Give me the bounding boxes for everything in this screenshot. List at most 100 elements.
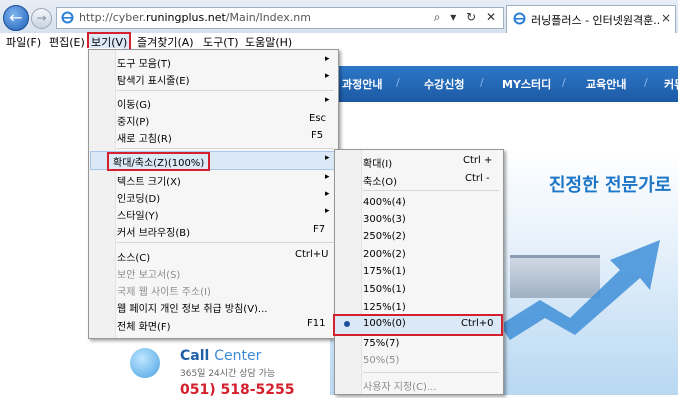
menu-item-label: 새로 고침(R): [117, 134, 172, 145]
hero-text: 진정한 전문가로: [549, 175, 672, 196]
menu-separator: [117, 242, 334, 243]
address-bar[interactable]: http://cyber.runingplus.net/Main/Index.n…: [56, 7, 504, 29]
address-tools-icon[interactable]: ⌕ ▾ ↻ ✕: [434, 10, 499, 25]
zoom-125[interactable]: 125%(1): [335, 300, 503, 317]
zoom-400[interactable]: 400%(4): [335, 195, 503, 212]
submenu-arrow-icon: ▸: [325, 206, 330, 216]
site-nav-mystudy[interactable]: MY스터디: [502, 76, 551, 92]
view-menu-style[interactable]: 스타일(Y) ▸: [89, 205, 338, 222]
zoom-250[interactable]: 250%(2): [335, 229, 503, 246]
submenu-arrow-icon: ▸: [325, 71, 330, 81]
browser-toolbar: ← → http://cyber.runingplus.net/Main/Ind…: [0, 0, 678, 34]
view-menu-text-size[interactable]: 텍스트 크기(X) ▸: [89, 171, 338, 188]
menu-favorites[interactable]: 즐겨찾기(A): [137, 34, 194, 50]
forward-arrow-icon: →: [36, 11, 47, 25]
url-prefix: http://cyber.: [79, 11, 147, 24]
zoom-50[interactable]: 50%(5): [335, 353, 503, 370]
browser-tab[interactable]: 러닝플러스 - 인터넷원격훈... ×: [506, 5, 676, 33]
zoom-submenu: 확대(I) Ctrl + 축소(O) Ctrl - 400%(4) 300%(3…: [333, 149, 504, 395]
zoom-100[interactable]: 100%(0) Ctrl+0: [333, 314, 503, 336]
menu-item-label: 웹 페이지 개인 정보 취급 방침(V)...: [117, 304, 268, 315]
menu-shortcut: Esc: [309, 113, 327, 124]
site-nav-enroll[interactable]: 수강신청: [424, 76, 464, 92]
tab-ie-icon: [513, 12, 526, 25]
menu-item-label: 250%(2): [363, 231, 406, 242]
view-menu-caret-browsing[interactable]: 커서 브라우징(B) F7: [89, 222, 338, 239]
view-menu: 도구 모음(T) ▸ 탐색기 표시줄(E) ▸ 이동(G) ▸ 중지(P) Es…: [88, 49, 339, 339]
view-menu-explorer-bars[interactable]: 탐색기 표시줄(E) ▸: [89, 70, 338, 87]
call-center-title: Call Center: [180, 348, 261, 364]
view-menu-security-report[interactable]: 보안 보고서(S): [89, 264, 338, 281]
url-text[interactable]: http://cyber.runingplus.net/Main/Index.n…: [79, 11, 311, 24]
submenu-arrow-icon: ▸: [325, 172, 330, 182]
nav-separator: /: [644, 76, 648, 89]
view-menu-stop[interactable]: 중지(P) Esc: [89, 111, 338, 128]
menu-item-label: 75%(7): [363, 338, 400, 349]
menu-item-label: 300%(3): [363, 214, 406, 225]
menu-item-label: 텍스트 크기(X): [117, 177, 181, 188]
tab-title: 러닝플러스 - 인터넷원격훈...: [531, 14, 659, 27]
menu-tools[interactable]: 도구(T): [203, 34, 239, 50]
menu-shortcut: F11: [307, 318, 326, 329]
call-center-mascot-icon: [130, 348, 160, 378]
menu-item-label: 사용자 지정(C)...: [363, 382, 437, 393]
menu-item-label: 스타일(Y): [117, 211, 159, 222]
menu-item-label: 전체 화면(F): [117, 322, 171, 333]
view-menu-privacy-policy[interactable]: 웹 페이지 개인 정보 취급 방침(V)...: [89, 298, 338, 315]
menu-separator: [363, 190, 499, 191]
forward-button[interactable]: →: [31, 8, 52, 29]
menu-item-label: 보안 보고서(S): [117, 270, 181, 281]
zoom-out[interactable]: 축소(O) Ctrl -: [335, 171, 503, 188]
menu-item-label: 확대(I): [363, 159, 393, 170]
site-nav: 과정안내 / 수강신청 / MY스터디 / 교육안내 / 커뮤: [330, 66, 678, 102]
menu-separator: [117, 148, 334, 149]
growth-arrow-icon: [500, 240, 660, 340]
menu-item-label: 150%(1): [363, 284, 406, 295]
view-menu-full-screen[interactable]: 전체 화면(F) F11: [89, 316, 338, 333]
back-arrow-icon: ←: [9, 8, 23, 27]
site-nav-education[interactable]: 교육안내: [586, 76, 626, 92]
submenu-arrow-icon: ▸: [325, 153, 330, 163]
zoom-75[interactable]: 75%(7): [335, 336, 503, 353]
back-button[interactable]: ←: [3, 5, 29, 31]
view-menu-encoding[interactable]: 인코딩(D) ▸: [89, 188, 338, 205]
menu-shortcut: Ctrl +: [463, 155, 493, 166]
menu-item-label: 50%(5): [363, 355, 400, 366]
menu-item-label: 이동(G): [117, 100, 151, 111]
menu-item-label: 중지(P): [117, 117, 150, 128]
site-nav-community[interactable]: 커뮤: [664, 76, 678, 92]
menu-shortcut: F5: [311, 130, 324, 141]
menu-item-label: 축소(O): [363, 177, 398, 188]
site-nav-courses[interactable]: 과정안내: [342, 76, 382, 92]
menu-item-label: 확대/축소(Z)(100%): [106, 152, 211, 171]
view-menu-source[interactable]: 소스(C) Ctrl+U: [89, 247, 338, 264]
tab-close-icon[interactable]: ×: [661, 11, 671, 25]
view-menu-intl-address[interactable]: 국제 웹 사이트 주소(I): [89, 281, 338, 298]
menu-separator: [117, 90, 334, 91]
ie-logo-icon: [61, 11, 74, 24]
view-menu-go-to[interactable]: 이동(G) ▸: [89, 94, 338, 111]
menu-item-label: 소스(C): [117, 253, 151, 264]
nav-separator: /: [480, 76, 484, 89]
view-menu-refresh[interactable]: 새로 고침(R) F5: [89, 128, 338, 145]
call-center-box: Call Center 365일 24시간 상담 가능 051) 518-525…: [124, 338, 300, 398]
zoom-in[interactable]: 확대(I) Ctrl +: [335, 153, 503, 170]
zoom-custom[interactable]: 사용자 지정(C)...: [335, 376, 503, 393]
menu-item-label: 탐색기 표시줄(E): [117, 76, 190, 87]
menu-item-label: 국제 웹 사이트 주소(I): [117, 287, 211, 298]
zoom-150[interactable]: 150%(1): [335, 282, 503, 299]
url-domain: runingplus.net: [146, 11, 226, 24]
zoom-175[interactable]: 175%(1): [335, 264, 503, 281]
zoom-300[interactable]: 300%(3): [335, 212, 503, 229]
menu-item-label: 커서 브라우징(B): [117, 228, 191, 239]
zoom-200[interactable]: 200%(2): [335, 247, 503, 264]
url-path: /Main/Index.nm: [225, 11, 311, 24]
menu-item-label: 175%(1): [363, 266, 406, 277]
call-center-title-center: Center: [214, 348, 262, 364]
view-menu-toolbars[interactable]: 도구 모음(T) ▸: [89, 53, 338, 70]
view-menu-zoom[interactable]: 확대/축소(Z)(100%) ▸: [90, 151, 337, 171]
menu-help[interactable]: 도움말(H): [245, 34, 292, 50]
menu-item-label: 200%(2): [363, 249, 406, 260]
call-center-subtitle: 365일 24시간 상담 가능: [180, 369, 276, 379]
submenu-arrow-icon: ▸: [325, 54, 330, 64]
